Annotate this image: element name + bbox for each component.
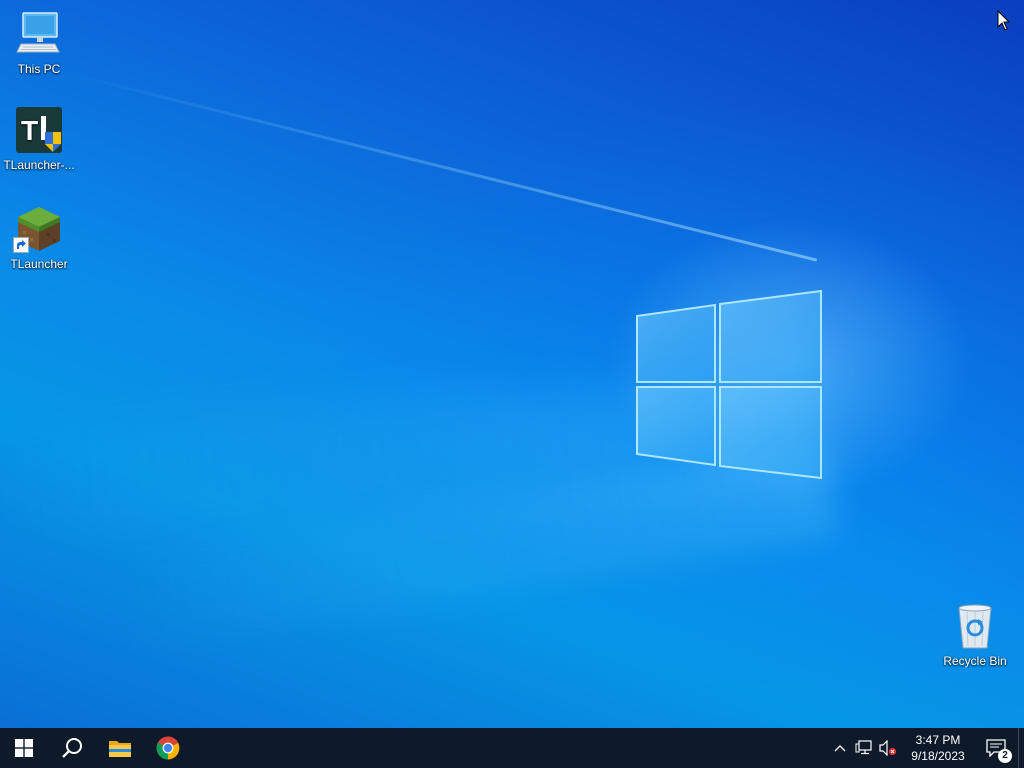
folder-icon (109, 741, 131, 757)
desktop-icon-label: TLauncher-... (3, 158, 75, 172)
svg-text:T: T (21, 115, 38, 146)
desktop-icon-tlauncher[interactable]: TLauncher (0, 205, 78, 271)
taskbar-file-explorer[interactable] (96, 728, 144, 768)
start-button[interactable] (0, 728, 48, 768)
desktop-background[interactable]: This PC T TLauncher-... TLauncher Recycl… (0, 0, 1024, 728)
search-button[interactable] (48, 728, 96, 768)
windows-logo-icon (15, 739, 33, 757)
volume-button[interactable] (876, 728, 900, 768)
desktop-icon-label: TLauncher (10, 257, 68, 271)
wallpaper-light-beam (59, 70, 818, 262)
mouse-cursor-icon (997, 10, 1011, 31)
desktop-icon-recycle-bin[interactable]: Recycle Bin (936, 602, 1014, 668)
desktop-icon-label: Recycle Bin (943, 654, 1007, 668)
notification-count-badge: 2 (998, 749, 1012, 763)
desktop-icon-this-pc[interactable]: This PC (0, 10, 78, 76)
show-hidden-icons-button[interactable] (828, 728, 852, 768)
clock-time: 3:47 PM (915, 733, 961, 747)
desktop-icon-tlauncher-installer[interactable]: T TLauncher-... (0, 106, 78, 172)
taskbar-google-chrome[interactable] (144, 728, 192, 768)
recycle-bin-icon (951, 602, 999, 650)
shortcut-arrow-icon (13, 237, 29, 253)
network-status-button[interactable] (852, 728, 876, 768)
desktop-icon-label: This PC (17, 62, 61, 76)
action-center-button[interactable]: 2 (974, 728, 1018, 768)
show-desktop-button[interactable] (1018, 728, 1024, 768)
minecraft-grass-block-icon (13, 205, 63, 253)
volume-muted-icon (879, 740, 897, 756)
chrome-icon (156, 736, 180, 760)
system-tray: 3:47 PM 9/18/2023 2 (828, 728, 1024, 768)
tlauncher-installer-icon: T (15, 106, 63, 154)
taskbar-clock[interactable]: 3:47 PM 9/18/2023 (902, 732, 974, 764)
chevron-up-icon (834, 745, 846, 752)
computer-icon (15, 10, 63, 58)
taskbar: 3:47 PM 9/18/2023 2 (0, 728, 1024, 768)
search-icon (62, 738, 82, 758)
network-icon (855, 740, 872, 755)
clock-date: 9/18/2023 (911, 749, 965, 763)
wallpaper-windows-logo (636, 289, 822, 480)
